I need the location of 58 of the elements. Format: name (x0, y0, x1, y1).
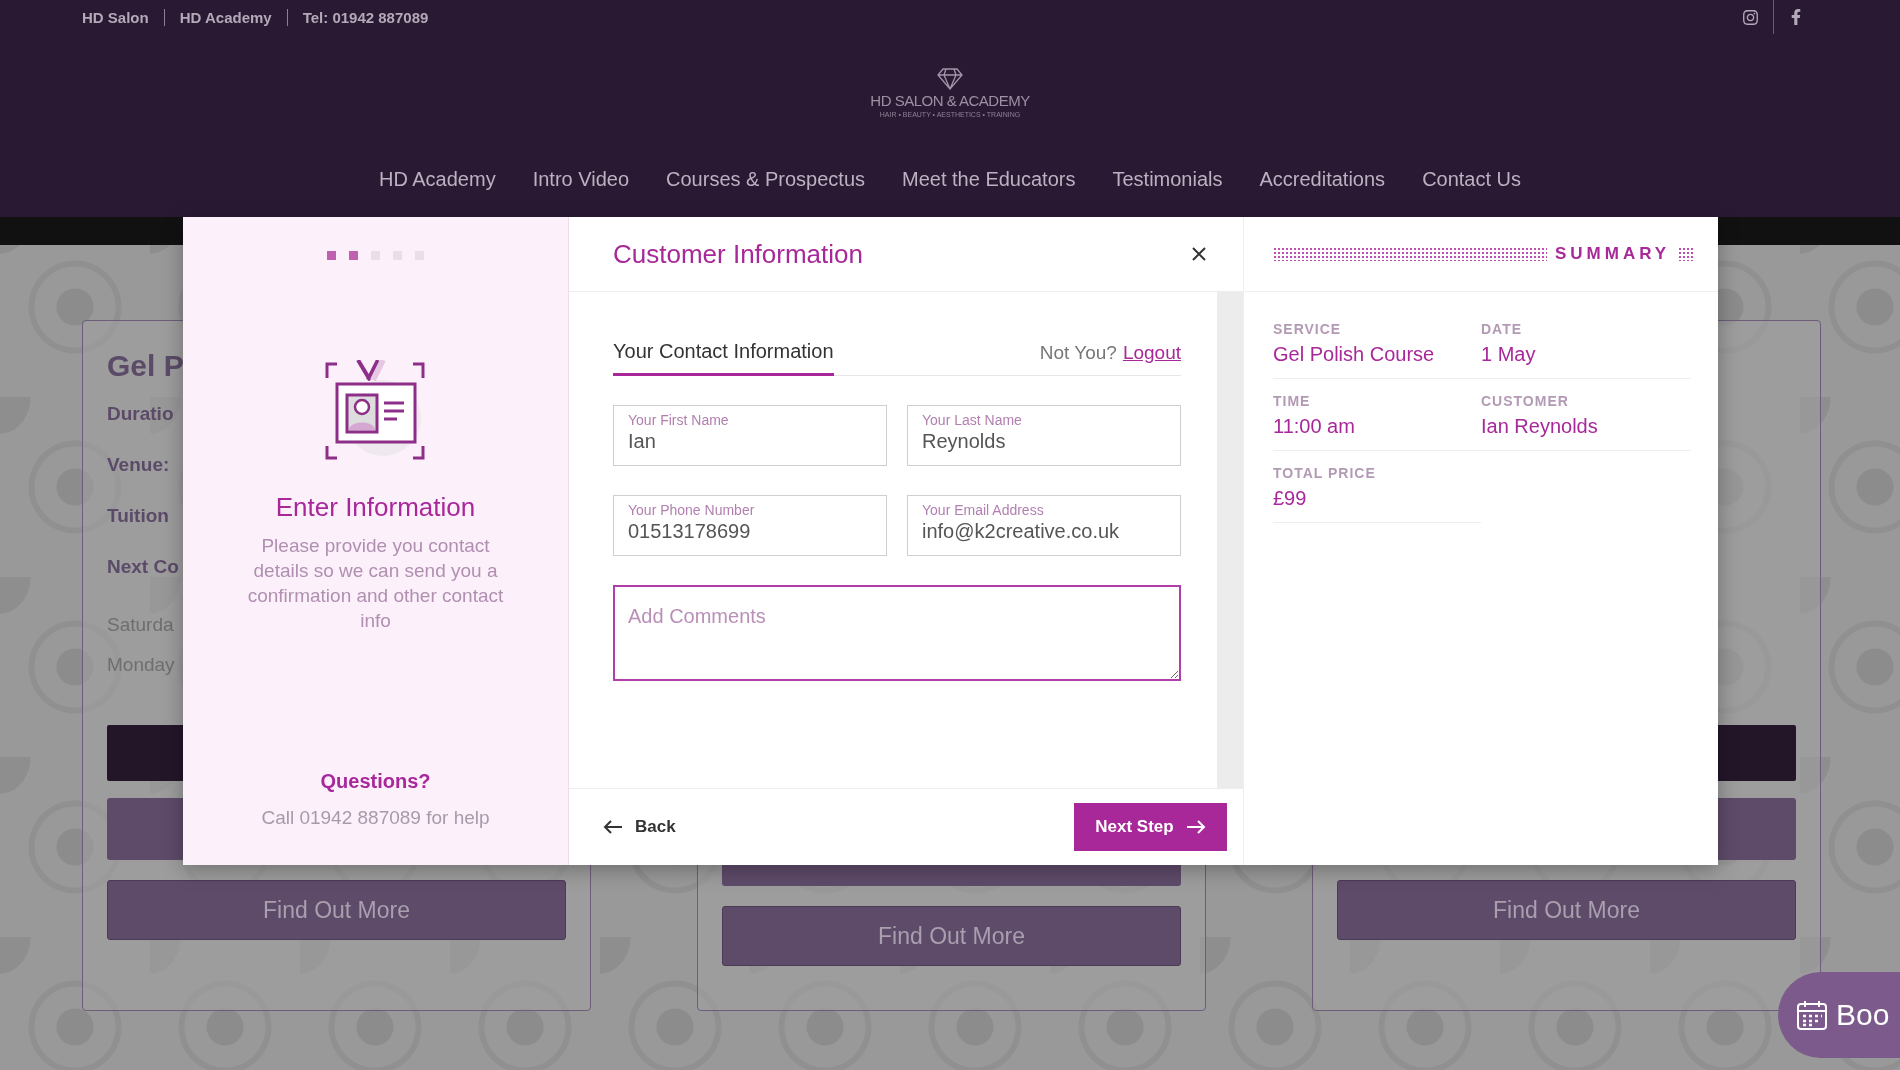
text-field[interactable]: Your Last Name Reynolds (907, 405, 1181, 466)
summary-value: Gel Polish Course (1273, 343, 1436, 366)
help-text: Call 01942 887089 for help (261, 807, 490, 829)
nav-link[interactable]: Courses & Prospectus (666, 168, 865, 191)
field-input[interactable]: info@k2creative.co.uk (922, 520, 1166, 543)
summary-title: SUMMARY (1554, 244, 1671, 264)
nav-link[interactable]: Accreditations (1259, 168, 1386, 191)
card-detail: Next Co (107, 556, 179, 578)
calendar-icon (1796, 999, 1828, 1031)
field-input[interactable]: Ian (628, 430, 872, 453)
field-label: Your Email Address (922, 502, 1045, 518)
comments-field[interactable]: Add Comments (613, 585, 1181, 681)
not-you-text: Not You? (1039, 342, 1117, 364)
summary-label: TIME (1273, 393, 1312, 409)
field-label: Your Last Name (922, 412, 1023, 428)
help-title: Questions? (320, 770, 431, 793)
card-detail: Tuition (107, 505, 169, 527)
nav-link[interactable]: Contact Us (1422, 168, 1522, 191)
id-badge-icon (324, 360, 427, 462)
dotted-pattern (1678, 247, 1694, 261)
arrow-right-icon (1185, 820, 1206, 834)
next-step-button[interactable]: Next Step (1074, 803, 1227, 851)
field-label: Your First Name (628, 412, 730, 428)
card-detail: Venue: (107, 454, 170, 476)
diamond-icon (937, 68, 963, 90)
nav-link[interactable]: Testimonials (1112, 168, 1223, 191)
book-button[interactable]: Boo (1778, 972, 1900, 1058)
field-input[interactable]: Reynolds (922, 430, 1166, 453)
summary-value: Ian Reynolds (1481, 415, 1599, 438)
card-detail: Duratio (107, 403, 174, 425)
text-field[interactable]: Your First Name Ian (613, 405, 887, 466)
field-label: Your Phone Number (628, 502, 756, 518)
section-tab[interactable]: Your Contact Information (613, 340, 834, 376)
card-title: Gel P (107, 349, 184, 383)
step-title: Enter Information (275, 492, 476, 523)
top-link[interactable]: Tel: 01942 887089 (286, 8, 444, 26)
summary-value: 1 May (1481, 343, 1537, 366)
summary-value: £99 (1273, 487, 1308, 510)
top-link[interactable]: HD Salon (82, 8, 164, 26)
top-link[interactable]: HD Academy (163, 8, 287, 26)
step-description: Please provide you contact details so we can send you a confirmation and other contact info (246, 534, 505, 633)
text-field[interactable]: Your Phone Number 01513178699 (613, 495, 887, 556)
logo-name: HD SALON & ACADEMY (870, 92, 1030, 109)
summary-label: CUSTOMER (1481, 393, 1570, 409)
dialog-title: Customer Information (613, 238, 863, 270)
nav-link[interactable]: Meet the Educators (902, 168, 1076, 191)
back-button[interactable]: Back (603, 817, 676, 837)
summary-label: DATE (1481, 321, 1524, 337)
logout-link[interactable]: Logout (1122, 342, 1181, 364)
summary-label: SERVICE (1273, 321, 1343, 337)
close-icon[interactable] (1191, 246, 1207, 262)
field-input[interactable]: 01513178699 (628, 520, 872, 543)
summary-value: 11:00 am (1273, 415, 1356, 438)
summary-label: TOTAL PRICE (1273, 465, 1377, 481)
text-field[interactable]: Your Email Address info@k2creative.co.uk (907, 495, 1181, 556)
arrow-left-icon (603, 820, 623, 834)
nav-link[interactable]: HD Academy (378, 168, 496, 191)
nav-link[interactable]: Intro Video (532, 168, 630, 191)
